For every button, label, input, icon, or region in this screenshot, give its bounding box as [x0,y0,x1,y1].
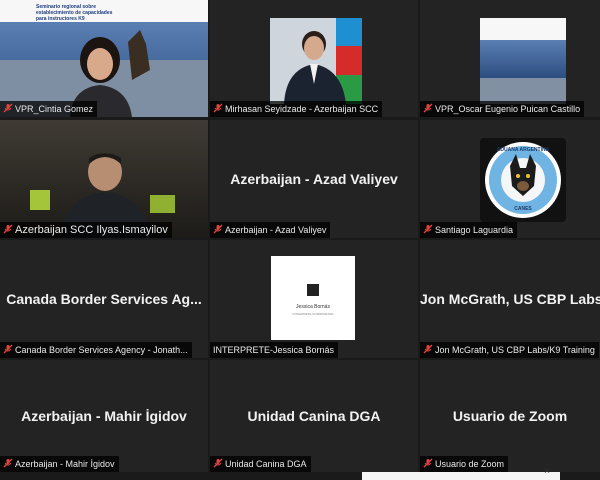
participant-label: Mirhasan Seyidzade - Azerbaijan SCC [210,101,383,117]
video-tile-ilyas[interactable]: Azerbaijan SCC Ilyas.Ismayilov [0,120,208,238]
participant-video-mirhasan [270,18,362,104]
mic-muted-icon [213,458,223,468]
video-tile-cbsa[interactable]: Canada Border Services Ag... Canada Bord… [0,240,208,358]
mic-muted-icon [3,344,13,354]
video-tile-cintia[interactable]: Seminario regional sobre establecimiento… [0,0,208,117]
mic-muted-icon [3,103,13,113]
video-tile-mirhasan[interactable]: Mirhasan Seyidzade - Azerbaijan SCC [210,0,418,117]
participant-label: Azerbaijan - Mahir İgidov [0,456,119,472]
participant-label: Canada Border Services Agency - Jonath..… [0,342,192,358]
mic-muted-icon [213,224,223,234]
video-tile-oscar[interactable]: VPR_Oscar Eugenio Puican Castillo [420,0,600,117]
video-tile-dga[interactable]: Unidad Canina DGA Unidad Canina DGA [210,360,418,472]
participant-name: VPR_Cintia Gomez [15,104,94,114]
participant-display-name: Unidad Canina DGA [247,408,381,424]
mic-muted-icon [423,224,433,234]
video-tile-santiago[interactable]: ADUANA ARGENTINA CANES Santiago Laguardi… [420,120,600,238]
participant-name: Santiago Laguardia [435,225,514,235]
participant-name: INTERPRETE-Jessica Bornás [213,345,335,355]
mic-muted-icon [423,344,433,354]
participant-label: Santiago Laguardia [420,222,518,238]
participant-label: Azerbaijan - Azad Valiyev [210,222,331,238]
mic-muted-icon [213,103,223,113]
participant-name: Azerbaijan - Azad Valiyev [225,225,327,235]
participant-label: Unidad Canina DGA [210,456,311,472]
profile-card-subtitle: INTERPRETE INTERPRETER [292,312,334,316]
video-tile-jessica[interactable]: Jessica Bornás INTERPRETE INTERPRETER IN… [210,240,418,358]
profile-card-name: Jessica Bornás [296,304,330,310]
participant-name: VPR_Oscar Eugenio Puican Castillo [435,104,581,114]
mic-muted-icon [3,224,13,234]
participant-display-name: Jon McGrath, US CBP Labs [420,291,600,307]
participant-label: Azerbaijan SCC Ilyas.Ismayilov [0,222,172,238]
logo-text-bottom: CANES [514,206,532,212]
video-tile-jon[interactable]: Jon McGrath, US CBP Labs Jon McGrath, US… [420,240,600,358]
mic-muted-icon [3,458,13,468]
participant-display-name: Azerbaijan - Azad Valiyev [230,171,398,187]
participant-display-name: Canada Border Services Ag... [6,291,202,307]
participant-label: VPR_Oscar Eugenio Puican Castillo [420,101,585,117]
participant-name: Unidad Canina DGA [225,459,307,469]
mic-muted-icon [423,458,433,468]
participant-display-name: Azerbaijan - Mahir İgidov [21,408,187,424]
mic-muted-icon [423,103,433,113]
bottom-popup-edge[interactable]: × [362,466,560,480]
profile-card-icon [307,284,319,296]
video-tile-azad[interactable]: Azerbaijan - Azad Valiyev Azerbaijan - A… [210,120,418,238]
participant-video-ilyas [0,120,208,238]
participant-video-oscar [480,18,566,104]
participant-display-name: Usuario de Zoom [452,408,568,424]
aduana-argentina-logo: ADUANA ARGENTINA CANES [480,138,566,222]
participant-name: Jon McGrath, US CBP Labs/K9 Training [435,345,595,355]
participant-name: Azerbaijan SCC Ilyas.Ismayilov [15,224,168,236]
participant-label: Usuario de Zoom [420,456,509,472]
logo-text-top: ADUANA ARGENTINA [496,147,550,153]
participant-name: Azerbaijan - Mahir İgidov [15,459,115,469]
participant-name: Usuario de Zoom [435,459,505,469]
participant-label: Jon McGrath, US CBP Labs/K9 Training [420,342,599,358]
participant-name: Mirhasan Seyidzade - Azerbaijan SCC [225,104,379,114]
participant-name: Canada Border Services Agency - Jonath..… [15,345,188,355]
participant-label: VPR_Cintia Gomez [0,101,98,117]
video-tile-usuario[interactable]: Usuario de Zoom Usuario de Zoom [420,360,600,472]
video-tile-mahir[interactable]: Azerbaijan - Mahir İgidov Azerbaijan - M… [0,360,208,472]
participant-label: INTERPRETE-Jessica Bornás [210,342,339,358]
profile-card-jessica: Jessica Bornás INTERPRETE INTERPRETER [271,256,355,340]
close-icon[interactable]: × [544,466,550,477]
